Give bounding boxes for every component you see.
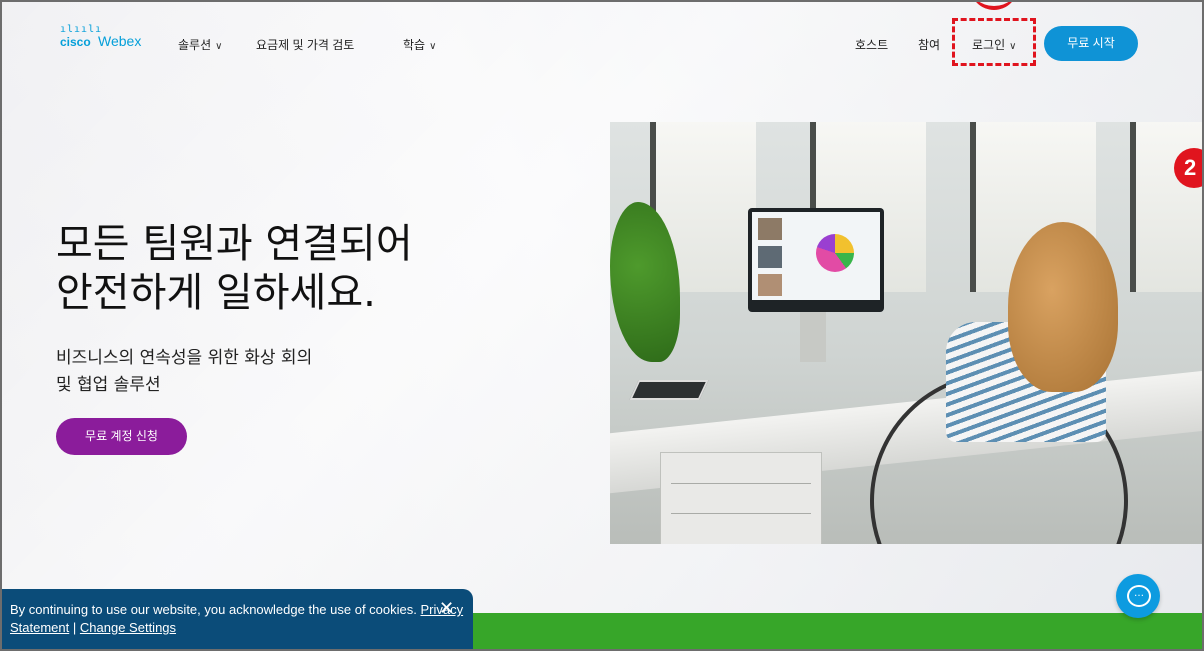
photo-tablet xyxy=(629,380,709,400)
chevron-down-icon: ∨ xyxy=(429,41,437,52)
cookie-text: By continuing to use our website, you ac… xyxy=(10,602,417,617)
hero-subtitle-line1: 비즈니스의 연속성을 위한 화상 회의 xyxy=(56,348,313,368)
change-settings-link[interactable]: Change Settings xyxy=(80,620,176,635)
nav-join-label: 참여 xyxy=(918,38,941,52)
hero-subtitle-line2: 및 협업 솔루션 xyxy=(56,375,161,395)
cookie-separator: | xyxy=(72,620,77,635)
hero-subtitle: 비즈니스의 연속성을 위한 화상 회의 및 협업 솔루션 xyxy=(56,345,312,399)
annotation-circle-arc xyxy=(970,0,1018,10)
nav-solutions-label: 솔루션 xyxy=(178,38,212,52)
photo-pie-chart xyxy=(816,234,854,272)
nav-join[interactable]: 참여 xyxy=(918,36,940,53)
nav-learn[interactable]: 학습 ∨ xyxy=(403,36,436,53)
free-signup-button[interactable]: 무료 계정 신청 xyxy=(56,418,187,455)
hero-title-line1: 모든 팀원과 연결되어 xyxy=(56,221,413,267)
hero-title: 모든 팀원과 연결되어 안전하게 일하세요. xyxy=(56,220,413,318)
start-free-button[interactable]: 무료 시작 xyxy=(1044,26,1138,61)
nav-solutions[interactable]: 솔루션 ∨ xyxy=(178,36,222,53)
photo-drawer xyxy=(671,483,811,484)
cisco-bars-icon: ılıılı xyxy=(60,24,103,35)
login-highlight-box xyxy=(952,18,1036,66)
hero-photo xyxy=(610,122,1204,544)
photo-screen xyxy=(752,212,880,300)
cisco-webex-logo[interactable]: ılıılı cisco Webex xyxy=(60,24,152,49)
nav-pricing-label: 요금제 및 가격 검토 xyxy=(256,38,355,52)
photo-video-tile xyxy=(758,274,782,296)
logo-webex-text: Webex xyxy=(98,33,142,49)
nav-pricing[interactable]: 요금제 및 가격 검토 xyxy=(256,36,354,53)
photo-cabinet xyxy=(660,452,822,544)
chevron-down-icon: ∨ xyxy=(215,41,223,52)
nav-host-label: 호스트 xyxy=(855,38,889,52)
chat-icon: … xyxy=(1127,585,1151,607)
photo-person-hair xyxy=(1008,222,1118,392)
nav-host[interactable]: 호스트 xyxy=(855,36,888,53)
photo-drawer xyxy=(671,513,811,514)
logo-cisco-text: cisco xyxy=(60,35,91,49)
photo-video-tile xyxy=(758,246,782,268)
site-header: ılıılı cisco Webex 솔루션 ∨ 요금제 및 가격 검토 학습 ∨ … xyxy=(0,0,1204,86)
hero-title-line2: 안전하게 일하세요. xyxy=(56,270,376,316)
photo-monitor xyxy=(748,208,884,312)
cookie-banner: By continuing to use our website, you ac… xyxy=(0,589,473,651)
chat-button[interactable]: … xyxy=(1116,574,1160,618)
photo-monitor-stand xyxy=(800,312,826,362)
nav-learn-label: 학습 xyxy=(403,38,426,52)
close-icon[interactable]: ✕ xyxy=(439,599,454,617)
photo-video-tile xyxy=(758,218,782,240)
